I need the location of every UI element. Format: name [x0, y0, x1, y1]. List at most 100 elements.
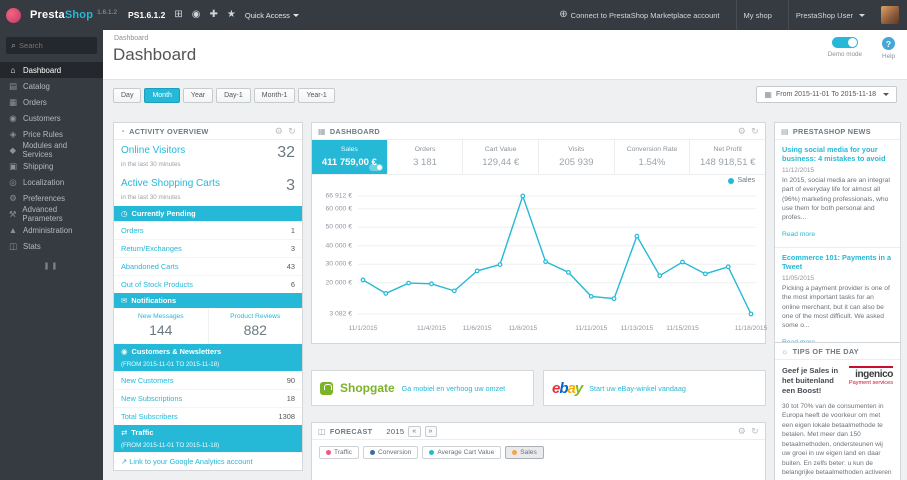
refresh-icon[interactable]: ↻ — [751, 126, 759, 137]
ebay-link[interactable]: Start uw eBay-winkel vandaag — [589, 384, 686, 393]
sidebar-item-administration[interactable]: ▲ Administration — [0, 222, 103, 238]
row-link[interactable]: Out of Stock Products — [121, 280, 193, 289]
gear-icon: ⚙ — [9, 192, 17, 203]
next-year-button[interactable]: » — [424, 425, 437, 437]
forecast-chip-traffic[interactable]: Traffic — [319, 446, 359, 459]
sidebar-item-preferences[interactable]: ⚙ Preferences — [0, 190, 103, 206]
kpi-visits[interactable]: Visits 205 939 — [539, 140, 615, 174]
online-visitors-subtext: in the last 30 minutes — [121, 161, 181, 168]
sidebar-item-shipping[interactable]: ▣ Shipping — [0, 158, 103, 174]
active-carts-link[interactable]: Active Shopping Carts — [121, 178, 220, 189]
my-shop-link[interactable]: My shop — [735, 0, 779, 30]
user-avatar[interactable] — [881, 6, 899, 24]
my-shop-label: My shop — [743, 10, 772, 20]
sidebar-collapse-button[interactable]: ❚❚ — [0, 262, 103, 270]
shopgate-link[interactable]: Ga mobiel en verhoog uw omzet — [402, 384, 505, 393]
article-excerpt: Picking a payment provider is one of the… — [782, 284, 890, 330]
brand-shop: Shop — [64, 9, 94, 21]
article-date: 11/12/2015 — [782, 166, 815, 174]
period-day-1-button[interactable]: Day-1 — [216, 88, 251, 103]
news-panel-header: ▤ PRESTASHOP NEWS — [775, 123, 900, 140]
kpi-sales[interactable]: Sales 411 759,00 € — [312, 140, 388, 174]
kpi-net-profit[interactable]: Net Profit 148 918,51 € — [690, 140, 765, 174]
traffic-title: Traffic — [131, 428, 154, 437]
period-month-button[interactable]: Month — [144, 88, 180, 103]
article-headline-link[interactable]: Using social media for your business: 4 … — [782, 145, 893, 164]
period-year-button[interactable]: Year — [182, 88, 214, 103]
sidebar-item-modules[interactable]: ◆ Modules and Services — [0, 141, 103, 159]
google-analytics-link[interactable]: ↗ Link to your Google Analytics account — [121, 457, 253, 466]
prestashop-logo-icon — [6, 7, 21, 23]
kpi-cart-value[interactable]: Cart Value 129,44 € — [463, 140, 540, 174]
year-navigation: 2015 « » — [386, 425, 437, 437]
prestashop-brand[interactable]: PrestaShop — [30, 9, 93, 21]
sidebar: ⌕ ⌂ Dashboard ▤ Catalog ▦ Orders ◉ Customers… — [0, 30, 103, 480]
forecast-chip-sales[interactable]: Sales — [505, 446, 544, 459]
user-menu[interactable]: PrestaShop User — [787, 0, 872, 30]
add-icon[interactable]: ✚ — [210, 10, 218, 20]
refresh-icon[interactable]: ↻ — [751, 426, 759, 437]
online-visitors-link[interactable]: Online Visitors — [121, 145, 185, 156]
kpi-orders[interactable]: Orders 3 181 — [388, 140, 464, 174]
kpi-row: Sales 411 759,00 € Orders 3 181 Cart Value… — [312, 140, 765, 175]
sales-chart-svg — [358, 193, 756, 317]
search-input[interactable] — [19, 41, 92, 50]
kpi-value: 205 939 — [559, 157, 594, 168]
row-link[interactable]: Orders — [121, 226, 144, 235]
sidebar-item-localization[interactable]: ◎ Localization — [0, 174, 103, 190]
sidebar-item-dashboard[interactable]: ⌂ Dashboard — [0, 62, 103, 78]
quick-access-menu[interactable]: Quick Access — [245, 11, 299, 20]
sidebar-item-price-rules[interactable]: ◈ Price Rules — [0, 126, 103, 142]
pending-row-abandoned-carts: Abandoned Carts 43 — [114, 257, 302, 275]
row-link[interactable]: Return/Exchanges — [121, 244, 182, 253]
product-reviews-cell[interactable]: Product Reviews 882 — [207, 308, 303, 344]
gear-icon[interactable]: ⚙ — [275, 126, 283, 137]
forecast-chip-average-cart-value[interactable]: Average Cart Value — [422, 446, 502, 459]
previous-year-button[interactable]: « — [408, 425, 421, 437]
sidebar-item-label: Preferences — [23, 193, 66, 203]
sidebar-item-stats[interactable]: ◫ Stats — [0, 238, 103, 254]
dashboard-panel: ▦ DASHBOARD ⚙ ↻ Sales 411 759,00 € Orders 3… — [311, 122, 767, 344]
period-day-button[interactable]: Day — [113, 88, 142, 103]
date-range-button[interactable]: ▦ From 2015-11-01 To 2015-11-18 — [756, 86, 897, 103]
row-link[interactable]: New Customers — [121, 376, 174, 385]
gear-icon[interactable]: ⚙ — [738, 126, 746, 137]
article-headline-link[interactable]: Ecommerce 101: Payments in a Tweet — [782, 253, 893, 272]
row-value: 1308 — [278, 412, 295, 421]
refresh-icon[interactable]: ↻ — [288, 126, 296, 137]
sidebar-item-advanced-parameters[interactable]: ⚒ Advanced Parameters — [0, 205, 103, 223]
row-link[interactable]: Abandoned Carts — [121, 262, 179, 271]
kpi-conversion-rate[interactable]: Conversion Rate 1.54% — [615, 140, 691, 174]
demo-mode-toggle[interactable] — [831, 37, 858, 48]
sidebar-item-catalog[interactable]: ▤ Catalog — [0, 78, 103, 94]
topbar-right: ⊕ Connect to PrestaShop Marketplace accou… — [552, 0, 899, 30]
row-link[interactable]: New Subscriptions — [121, 394, 182, 403]
demo-mode-control: Demo mode — [828, 37, 862, 60]
row-value: 43 — [286, 262, 295, 271]
activity-panel-title: ACTIVITY OVERVIEW — [129, 126, 209, 136]
page-header: Dashboard Dashboard Demo mode ? Help — [103, 30, 907, 80]
new-messages-cell[interactable]: New Messages 144 — [114, 308, 208, 344]
ingenico-brand-subtitle: Payment services — [848, 380, 893, 386]
cell-label: Product Reviews — [230, 313, 281, 320]
forecast-chip-conversion[interactable]: Conversion — [362, 446, 419, 459]
sidebar-search[interactable]: ⌕ — [6, 37, 97, 54]
read-more-link[interactable]: Read more — [782, 231, 815, 238]
active-carts-subtext: in the last 30 minutes — [121, 194, 181, 201]
dashboard-icon: ▦ — [318, 126, 326, 136]
period-year-1-button[interactable]: Year-1 — [298, 88, 335, 103]
sidebar-item-customers[interactable]: ◉ Customers — [0, 110, 103, 126]
marketplace-link[interactable]: ⊕ Connect to PrestaShop Marketplace accou… — [552, 0, 726, 30]
sidebar-item-orders[interactable]: ▦ Orders — [0, 94, 103, 110]
trophy-icon[interactable]: ★ — [227, 10, 236, 20]
help-icon[interactable]: ? — [882, 37, 895, 50]
chevron-down-icon — [883, 93, 889, 96]
sidebar-item-label: Shipping — [23, 161, 54, 171]
cart-icon[interactable]: ⊞ — [174, 10, 182, 20]
row-link[interactable]: Total Subscribers — [121, 412, 178, 421]
gear-icon[interactable]: ⚙ — [738, 426, 746, 437]
customers-icon[interactable]: ◉ — [192, 10, 201, 20]
period-month-1-button[interactable]: Month-1 — [253, 88, 296, 103]
shop-name[interactable]: PS1.6.1.2 — [128, 10, 165, 20]
kpi-toggle[interactable] — [368, 164, 383, 171]
